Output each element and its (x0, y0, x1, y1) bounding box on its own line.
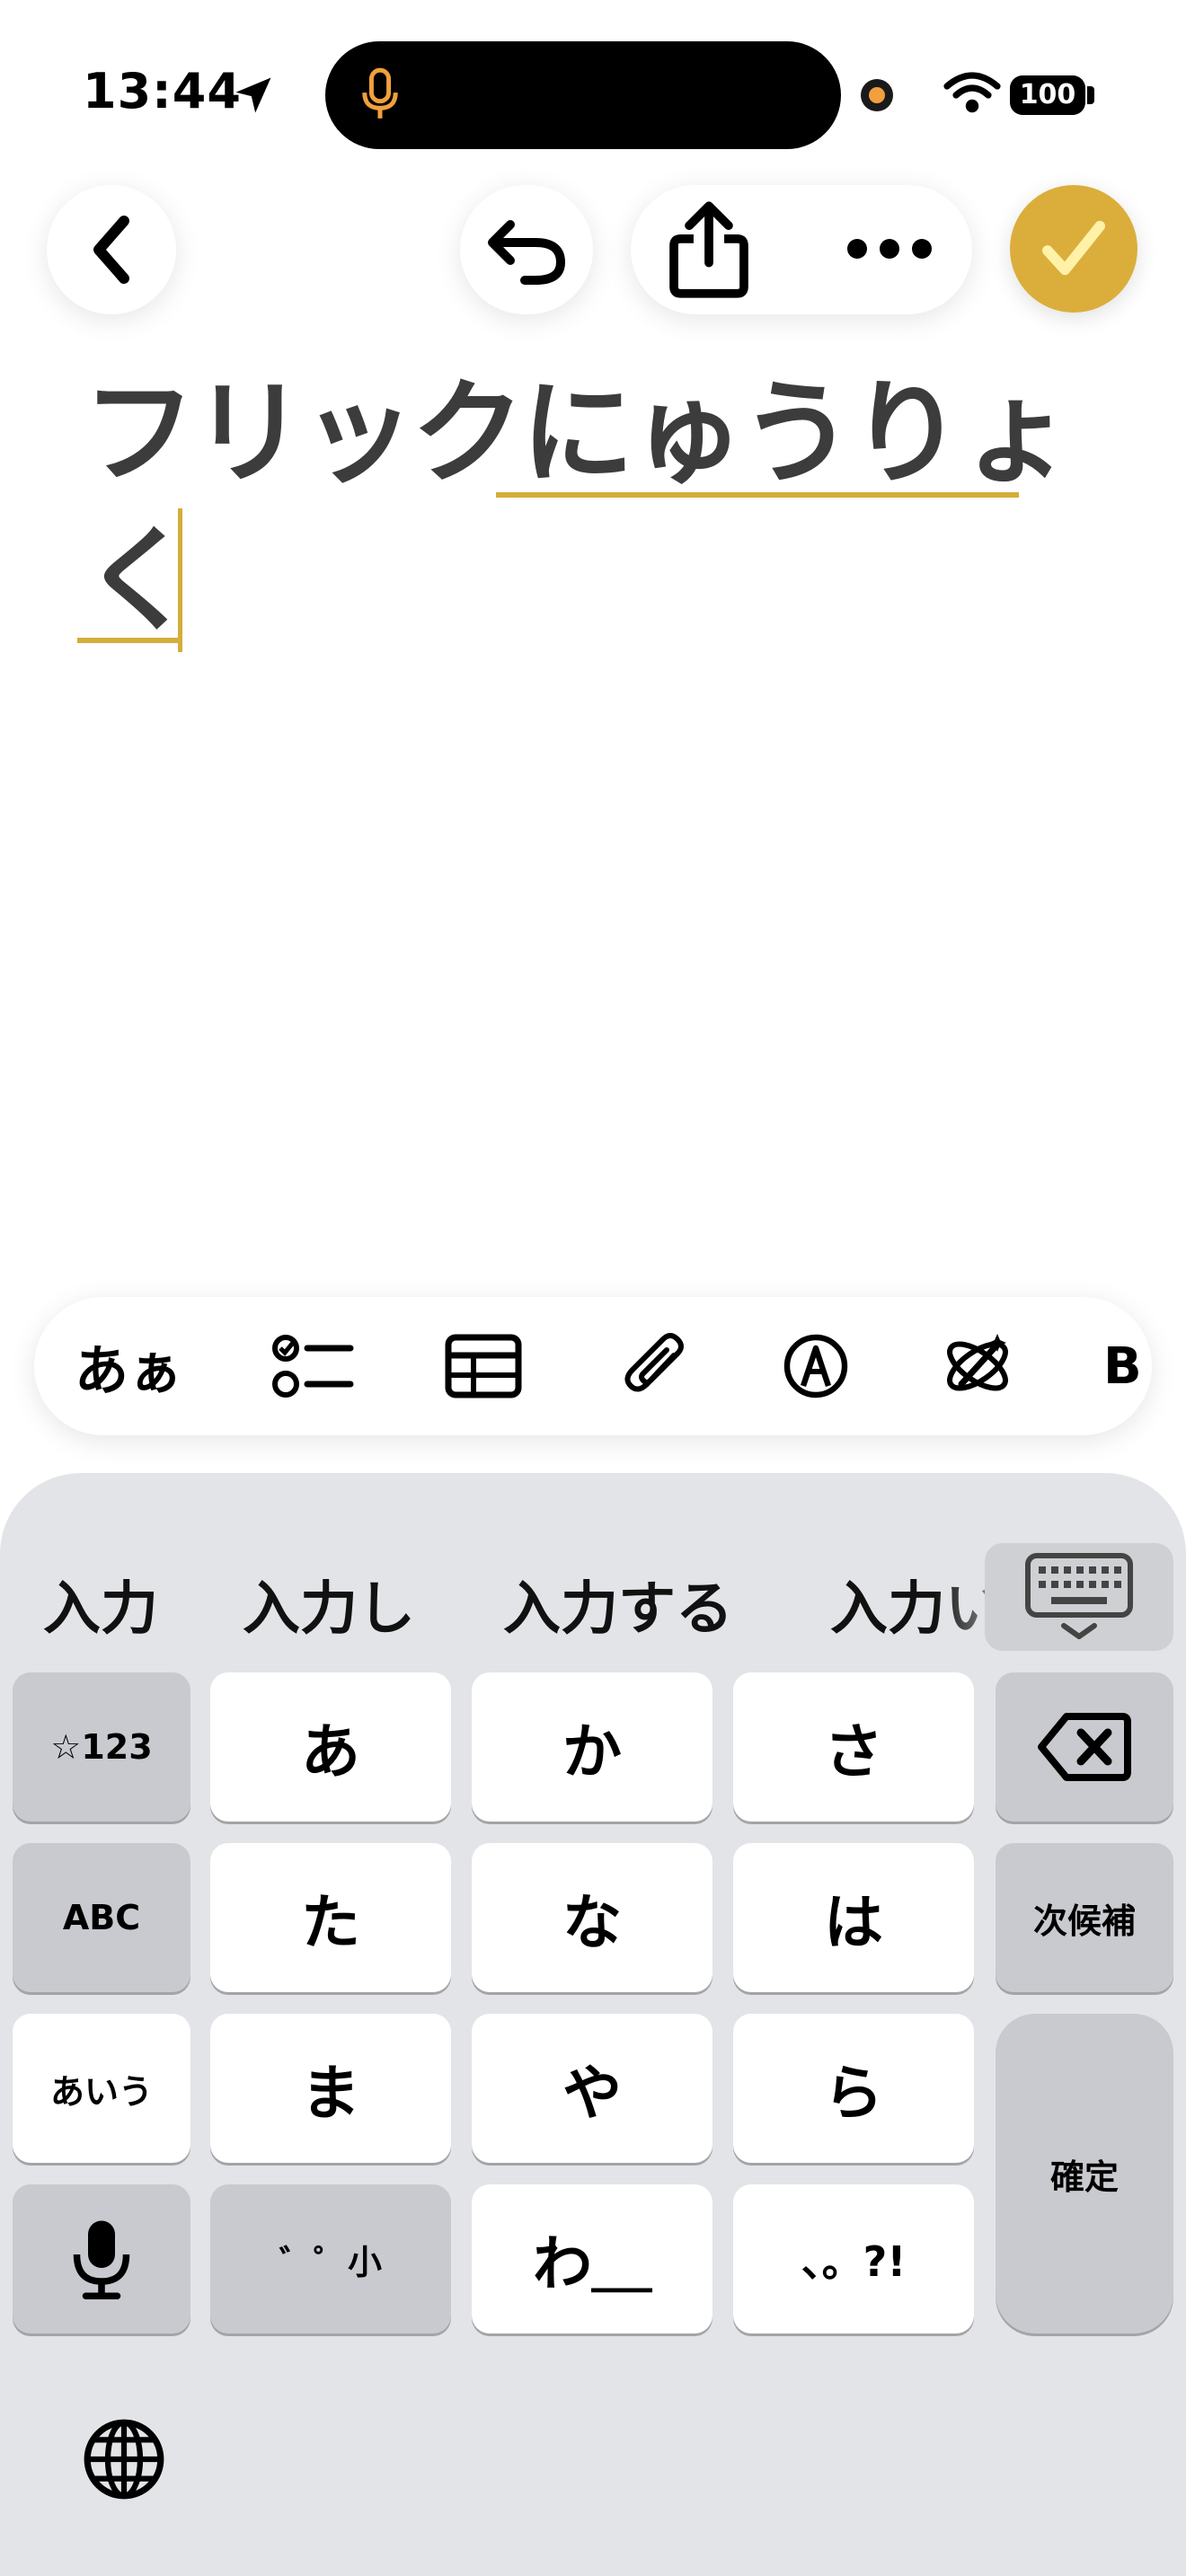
composition-underline-line2 (77, 638, 181, 643)
committed-text: フリック (83, 367, 525, 499)
done-button[interactable] (1010, 185, 1137, 313)
checklist-button[interactable] (250, 1297, 376, 1435)
keyboard-dismiss-icon (1025, 1553, 1133, 1639)
globe-icon[interactable] (81, 2416, 167, 2502)
key-ta[interactable]: た (210, 1843, 451, 1992)
location-arrow-icon (235, 77, 271, 113)
punctuation-key[interactable]: 、。?! (733, 2184, 974, 2333)
key-sa[interactable]: さ (733, 1672, 974, 1822)
dakuten-key[interactable]: ゛゜小 (210, 2184, 451, 2333)
delete-key[interactable] (996, 1672, 1173, 1822)
confirm-key[interactable]: 確定 (996, 2014, 1173, 2333)
key-ya[interactable]: や (472, 2014, 712, 2163)
key-ka[interactable]: か (472, 1672, 712, 1822)
microphone-icon (73, 2220, 130, 2299)
text-format-button[interactable]: あぁ (61, 1297, 196, 1435)
key-a[interactable]: あ (210, 1672, 451, 1822)
delete-backward-icon (1038, 1713, 1131, 1781)
battery-indicator: 100 (1010, 75, 1085, 115)
more-format-button-partial[interactable]: B (1103, 1297, 1152, 1435)
key-ra[interactable]: ら (733, 2014, 974, 2163)
candidate-2[interactable]: 入力し (243, 1563, 415, 1645)
privacy-indicator-dot (861, 79, 893, 111)
key-na[interactable]: な (472, 1843, 712, 1992)
markup-button[interactable] (753, 1297, 879, 1435)
back-button[interactable] (47, 185, 176, 314)
key-ha[interactable]: は (733, 1843, 974, 1992)
chevron-left-icon (93, 216, 129, 284)
kana-mode-key[interactable]: あいう (13, 2014, 190, 2163)
writing-tools-icon (947, 1334, 1008, 1391)
writing-tools-button[interactable] (915, 1297, 1040, 1435)
paperclip-icon (624, 1333, 684, 1392)
key-wa[interactable]: わ＿ (472, 2184, 712, 2333)
note-text-line1[interactable]: フリックにゅうりょ (83, 366, 1073, 501)
composition-underline (496, 492, 1019, 498)
dictation-key[interactable] (13, 2184, 190, 2333)
abc-key[interactable]: ABC (13, 1843, 190, 1992)
next-candidate-key[interactable]: 次候補 (996, 1843, 1173, 1992)
text-cursor (178, 508, 182, 652)
attachment-button[interactable] (591, 1297, 717, 1435)
undo-icon (488, 220, 566, 285)
candidate-3[interactable]: 入力する (503, 1563, 733, 1645)
formatting-toolbar: あぁ B (34, 1297, 1152, 1435)
symbols-key[interactable]: ☆123 (13, 1672, 190, 1822)
checkmark-icon (1042, 220, 1105, 276)
battery-tip (1087, 86, 1094, 104)
table-button[interactable] (420, 1297, 546, 1435)
ellipsis-icon[interactable] (845, 235, 934, 262)
wifi-icon (943, 72, 1001, 113)
undo-button[interactable] (460, 185, 593, 314)
text-style-icon: B (1103, 1337, 1142, 1396)
dynamic-island (325, 41, 841, 149)
key-ma[interactable]: ま (210, 2014, 451, 2163)
status-time: 13:44 (83, 63, 242, 119)
table-icon (445, 1334, 522, 1398)
checklist-icon (272, 1335, 354, 1398)
markup-pen-icon (783, 1334, 848, 1398)
text-format-icon: あぁ (75, 1339, 182, 1403)
microphone-indicator-icon (362, 67, 398, 119)
share-icon[interactable] (665, 199, 753, 300)
candidate-1[interactable]: 入力 (43, 1563, 158, 1645)
composing-text: にゅうりょ (521, 367, 1073, 499)
dismiss-keyboard-button[interactable] (985, 1543, 1173, 1651)
